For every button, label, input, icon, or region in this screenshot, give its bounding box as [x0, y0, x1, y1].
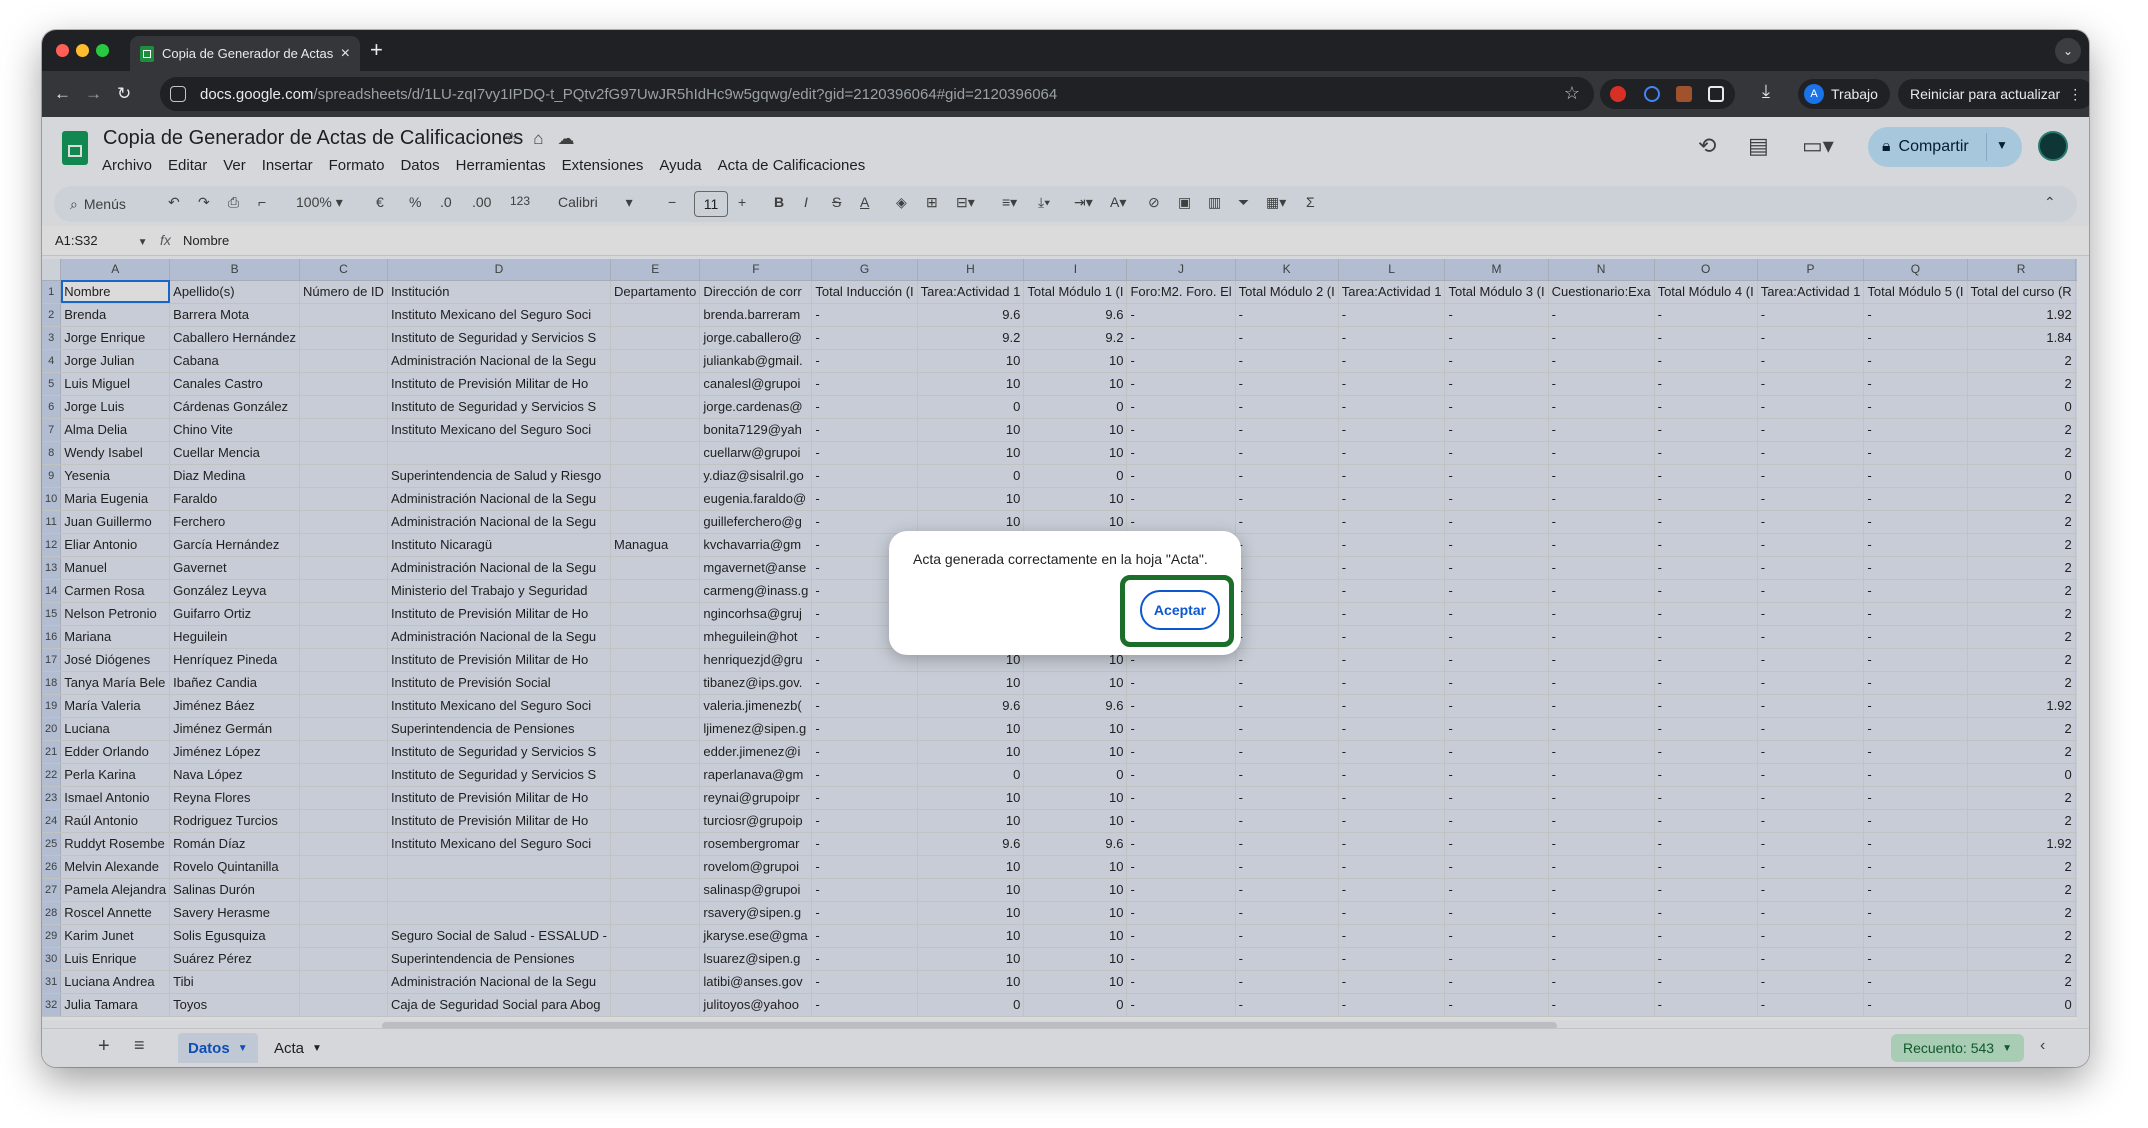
restart-label: Reiniciar para actualizar: [1910, 86, 2061, 102]
record-extension-icon[interactable]: [1610, 86, 1626, 102]
site-info-icon[interactable]: [170, 86, 186, 102]
tab-strip: Copia de Generador de Actas × + ⌄: [42, 30, 2089, 71]
extension-icon[interactable]: [1644, 86, 1660, 102]
address-bar[interactable]: docs.google.com/spreadsheets/d/1LU-zqI7v…: [160, 77, 1594, 111]
profile-avatar: A: [1804, 84, 1824, 104]
close-tab-icon[interactable]: ×: [341, 45, 350, 63]
tab-search-button[interactable]: ⌄: [2055, 38, 2081, 64]
tab-title: Copia de Generador de Actas: [162, 46, 333, 61]
new-tab-button[interactable]: +: [370, 38, 383, 62]
back-icon[interactable]: ←: [54, 84, 71, 104]
bookmark-star-icon[interactable]: ☆: [1564, 83, 1580, 104]
restart-to-update-button[interactable]: Reiniciar para actualizar ⋮: [1898, 79, 2089, 109]
extensions-group: [1600, 79, 1735, 109]
highlight-box: Aceptar: [1120, 575, 1234, 647]
sheets-favicon-icon: [140, 45, 154, 62]
browser-tab[interactable]: Copia de Generador de Actas ×: [130, 36, 360, 71]
accept-button[interactable]: Aceptar: [1140, 590, 1220, 630]
url-text[interactable]: docs.google.com/spreadsheets/d/1LU-zqI7v…: [200, 86, 1057, 103]
profile-label: Trabajo: [1831, 86, 1878, 102]
download-icon[interactable]: ⤓: [1762, 81, 1770, 102]
maximize-window-button[interactable]: [96, 44, 109, 57]
extension-icon[interactable]: [1676, 86, 1692, 102]
puzzle-extensions-icon[interactable]: [1708, 86, 1724, 102]
kebab-menu-icon: ⋮: [2068, 85, 2083, 102]
reload-icon[interactable]: ↻: [117, 84, 131, 104]
navigation-bar: ← → ↻ docs.google.com/spreadsheets/d/1LU…: [42, 71, 2089, 117]
forward-icon[interactable]: →: [85, 84, 102, 104]
close-window-button[interactable]: [56, 44, 69, 57]
minimize-window-button[interactable]: [76, 44, 89, 57]
url-path: /spreadsheets/d/1LU-zqI7vy1IPDQ-t_PQtv2f…: [313, 86, 1058, 103]
dialog-message: Acta generada correctamente en la hoja "…: [913, 551, 1208, 567]
alert-dialog: Acta generada correctamente en la hoja "…: [889, 531, 1241, 655]
url-domain: docs.google.com: [200, 86, 314, 103]
profile-button[interactable]: A Trabajo: [1798, 79, 1890, 109]
